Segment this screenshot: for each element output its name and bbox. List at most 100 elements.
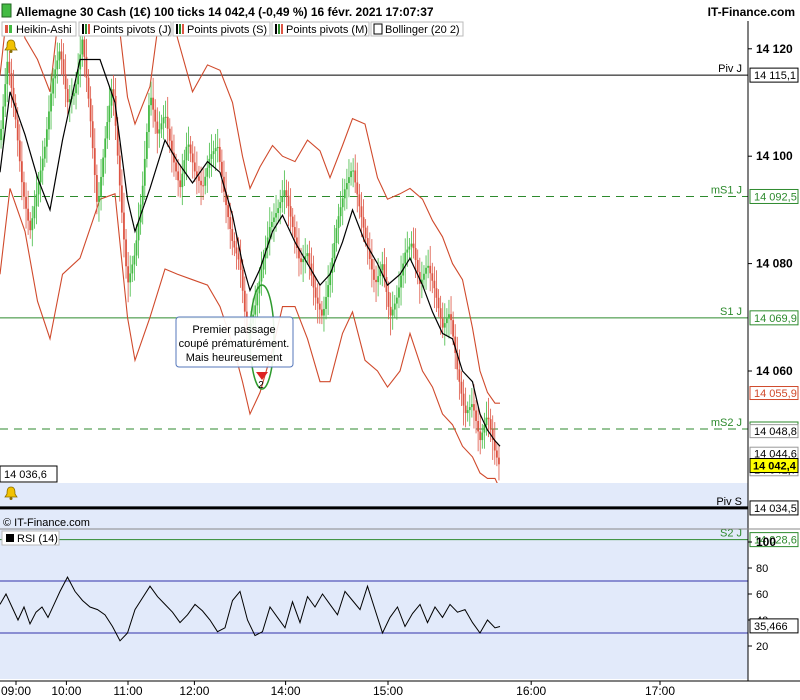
candle-body	[389, 306, 392, 316]
candle-body	[450, 314, 452, 321]
candle-body	[66, 89, 69, 103]
candle-body	[435, 288, 438, 298]
candle-body	[218, 146, 221, 162]
candle-body	[95, 174, 98, 202]
candle-body	[327, 285, 330, 298]
candle-body	[106, 122, 109, 139]
candle-body	[285, 190, 288, 196]
candle-body	[341, 198, 344, 208]
candle-body	[370, 258, 373, 270]
candle-body	[104, 138, 107, 158]
candle-body	[193, 162, 196, 172]
candle-body	[27, 208, 30, 221]
candle-body	[439, 308, 442, 319]
candle-body	[2, 106, 5, 129]
rsi-legend[interactable]: RSI (14)	[1, 530, 60, 546]
candle-body	[25, 196, 27, 209]
candle-body	[187, 144, 190, 147]
candle-body	[377, 276, 380, 283]
candle-body	[235, 247, 238, 254]
candle-body	[458, 369, 461, 382]
rsi-panel-background	[0, 529, 748, 679]
candle-body	[381, 264, 384, 271]
rsi-last-label: 35,466	[754, 621, 788, 633]
candle-body	[477, 420, 480, 432]
candle-body	[333, 243, 336, 258]
price-value-label: 14 055,9	[754, 388, 797, 400]
candle-body	[227, 205, 230, 218]
annotation-line-3: Mais heureusement	[186, 352, 283, 364]
candle-body	[348, 177, 350, 184]
price-tick-label: 14 120	[756, 42, 793, 56]
indicator-legend[interactable]: Heikin-Ashi Points pivots (J) Points piv…	[1, 21, 464, 37]
annotation-line-2: coupé prématurément.	[179, 338, 290, 350]
level-name-label: Piv S	[716, 496, 742, 508]
candle-body	[495, 450, 498, 458]
legend-item-pivots-weekly[interactable]: Points pivots (S)	[172, 21, 271, 37]
candle-body	[18, 140, 21, 162]
legend-item-bollinger[interactable]: Bollinger (20 2)	[370, 21, 464, 37]
candle-body	[200, 180, 202, 186]
bollinger-icon	[373, 23, 383, 35]
candle-body	[375, 279, 377, 283]
rsi-tick-label: 60	[756, 589, 768, 601]
legend-item-heikin-ashi[interactable]: Heikin-Ashi	[1, 21, 77, 37]
candle-body	[393, 303, 396, 310]
candle-body	[302, 259, 305, 263]
candle-body	[475, 410, 477, 421]
candle-body	[102, 157, 105, 177]
candle-body	[81, 39, 84, 55]
candle-body	[83, 39, 86, 57]
candle-body	[37, 182, 40, 195]
candle-body	[93, 148, 96, 175]
candle-body	[464, 405, 467, 414]
candle-body	[337, 216, 340, 229]
candle-body	[23, 182, 25, 197]
candle-body	[300, 258, 302, 263]
rsi-tick-label: 100	[756, 535, 776, 549]
pivot-icon	[275, 24, 277, 34]
candle-body	[452, 320, 455, 337]
chart-window: Piv JmS1 J S1 JmS2 J Piv S S2 J 14 115,1 14 …	[0, 0, 800, 700]
candle-body	[231, 228, 234, 241]
candle-body	[448, 314, 450, 319]
legend-item-pivots-daily[interactable]: Points pivots (J)	[78, 21, 172, 37]
candle-body	[198, 176, 200, 181]
candle-body	[133, 255, 136, 265]
candle-body	[100, 176, 102, 197]
candle-body	[364, 227, 367, 239]
candle-body	[395, 297, 398, 304]
candle-body	[8, 61, 11, 73]
candle-body	[400, 275, 402, 288]
level-value-label: 14 034,5	[754, 503, 797, 515]
price-tick-label: 14 100	[756, 149, 793, 163]
candle-body	[260, 269, 263, 282]
candle-body	[312, 275, 315, 288]
level-value-label: 14 115,1	[754, 70, 796, 82]
candle-body	[468, 407, 471, 411]
legend-item-pivots-monthly[interactable]: Points pivots (M)	[271, 21, 370, 37]
candle-body	[408, 246, 411, 250]
candle-body	[241, 269, 244, 291]
candle-body	[398, 287, 400, 298]
candle-body	[33, 206, 36, 219]
candle-body	[237, 253, 240, 260]
candle-body	[481, 432, 484, 441]
candle-body	[58, 51, 61, 61]
candle-body	[75, 84, 77, 94]
candle-body	[256, 293, 259, 306]
trading-chart[interactable]: Piv JmS1 JS1 JmS2 JPiv SS2 J 14 115,114 …	[0, 0, 800, 700]
candle-body	[162, 117, 165, 124]
candle-body	[485, 417, 488, 426]
candle-body	[287, 195, 290, 207]
candle-body	[350, 171, 352, 178]
candle-body	[354, 170, 357, 183]
candle-body	[352, 170, 355, 172]
candle-body	[291, 216, 294, 228]
candle-body	[0, 128, 2, 141]
chart-title: Allemagne 30 Cash (1€) 100 ticks 14 042,…	[16, 5, 434, 19]
candle-body	[148, 105, 150, 133]
candle-body	[156, 121, 159, 134]
candle-body	[281, 196, 284, 203]
candle-body	[406, 249, 409, 253]
